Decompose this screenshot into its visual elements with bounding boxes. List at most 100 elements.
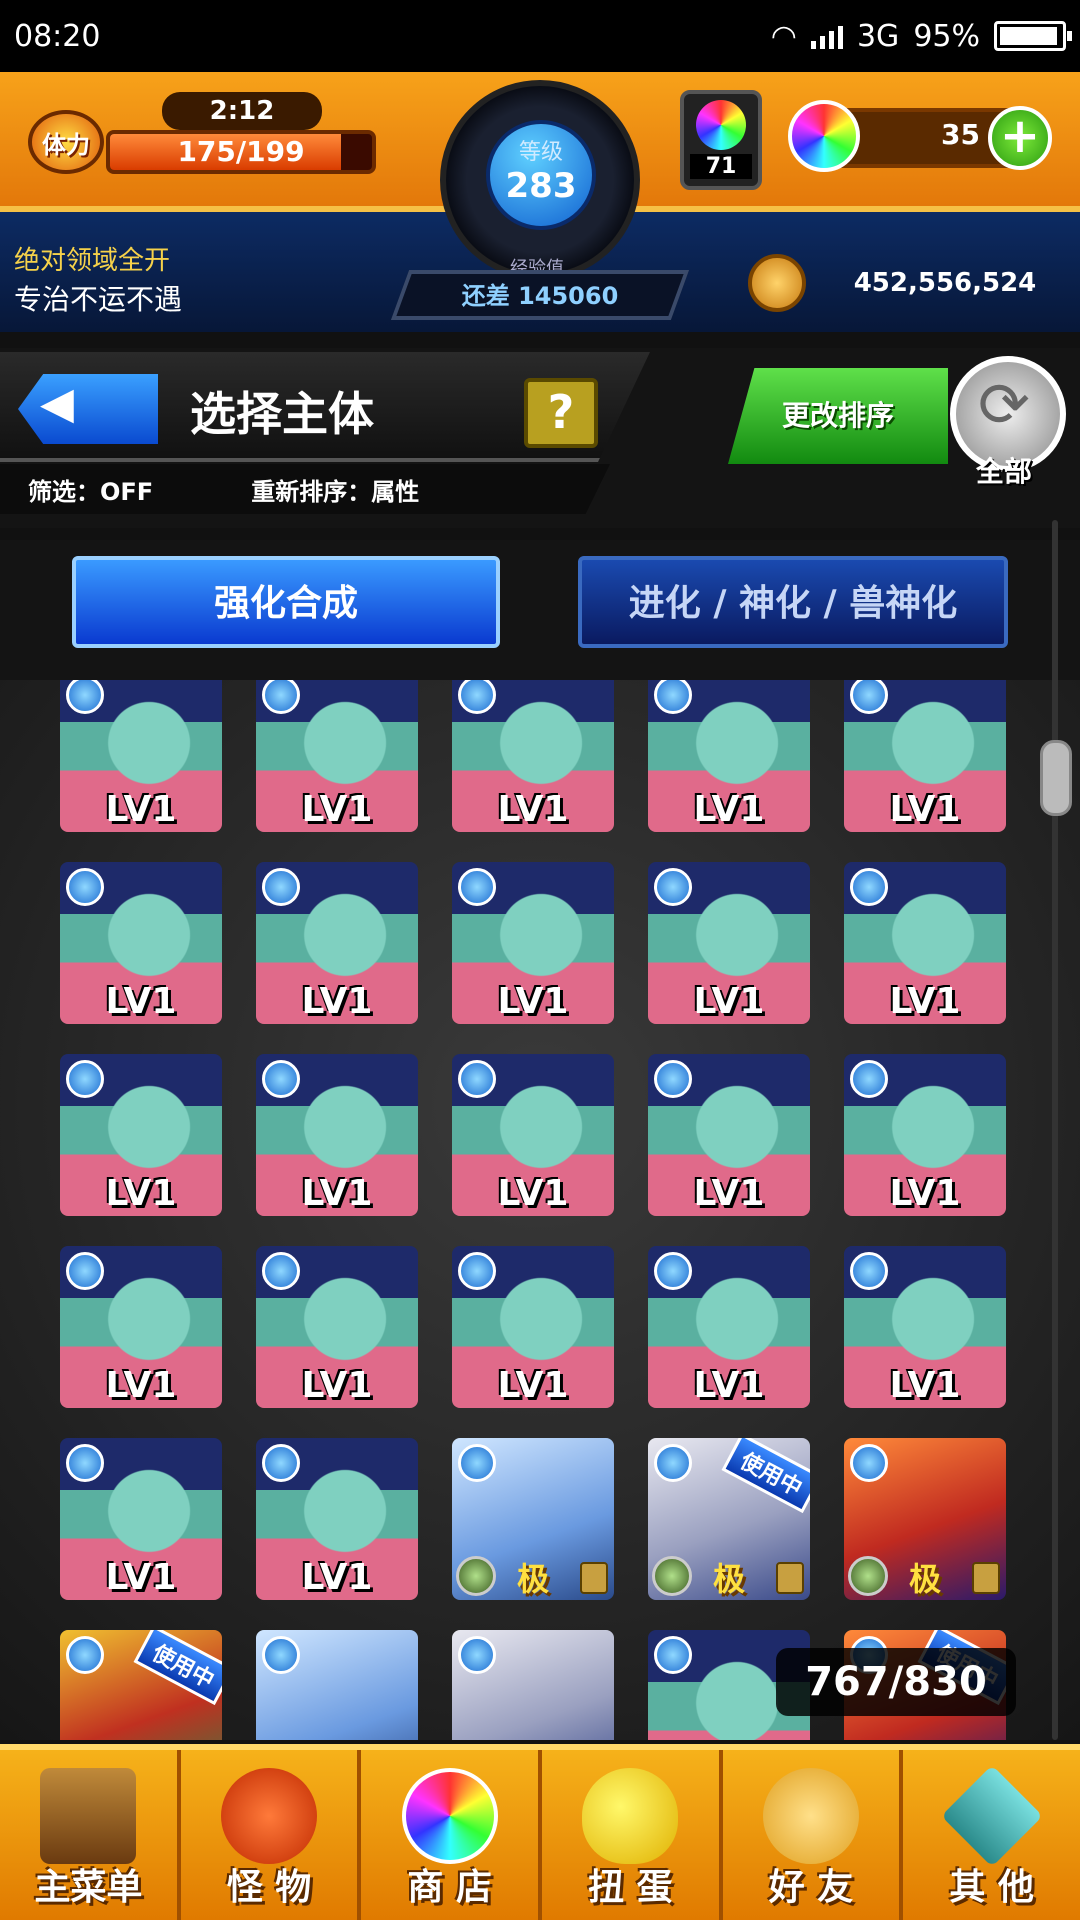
monster-level: LV1 bbox=[693, 981, 765, 1022]
monster-card[interactable]: LV1 bbox=[256, 1246, 418, 1408]
scroll-thumb[interactable] bbox=[1040, 740, 1072, 816]
water-element-icon bbox=[850, 868, 888, 906]
help-button[interactable]: ? bbox=[524, 378, 598, 448]
monster-level: LV1 bbox=[105, 1173, 177, 1214]
monster-card[interactable]: LV1 bbox=[60, 1054, 222, 1216]
signal-icon bbox=[810, 23, 843, 49]
monster-level: LV1 bbox=[105, 1557, 177, 1598]
nav-label: 扭 蛋 bbox=[588, 1867, 673, 1908]
water-element-icon bbox=[262, 1060, 300, 1098]
nav-monsters[interactable]: 怪 物 bbox=[181, 1750, 362, 1920]
monster-card[interactable]: LV1 bbox=[60, 1246, 222, 1408]
monster-level: LV1 bbox=[105, 1365, 177, 1406]
monster-card[interactable]: LV1 bbox=[844, 1054, 1006, 1216]
status-icons: ◠ 3G 95% bbox=[770, 18, 1072, 54]
monster-icon bbox=[221, 1768, 317, 1864]
change-sort-button[interactable]: 更改排序 bbox=[728, 368, 948, 464]
nav-shop[interactable]: 商 店 bbox=[361, 1750, 543, 1920]
coin-icon bbox=[748, 254, 806, 312]
water-element-icon bbox=[458, 1636, 496, 1674]
level-badge[interactable]: 等级 283 bbox=[440, 80, 640, 280]
water-element-icon bbox=[458, 1060, 496, 1098]
in-use-badge: 使用中 bbox=[133, 1630, 222, 1706]
monster-card[interactable]: 极使用中 bbox=[648, 1438, 810, 1600]
level-core: 等级 283 bbox=[486, 120, 596, 230]
friends-icon bbox=[763, 1768, 860, 1864]
water-element-icon bbox=[654, 1636, 692, 1674]
water-element-icon bbox=[66, 1636, 104, 1674]
water-element-icon bbox=[66, 1252, 104, 1290]
grid-row: LV1 LV1 LV1 LV1 LV1 bbox=[60, 1054, 1020, 1216]
water-element-icon bbox=[458, 1252, 496, 1290]
exp-remaining: 还差 145060 bbox=[461, 282, 619, 310]
tab-power-up[interactable]: 强化合成 bbox=[72, 556, 500, 648]
water-element-icon bbox=[654, 868, 692, 906]
monster-card[interactable]: LV1 bbox=[256, 1054, 418, 1216]
monster-card[interactable]: LV1 bbox=[844, 680, 1006, 832]
monster-card[interactable]: LV1 bbox=[452, 680, 614, 832]
network-type: 3G bbox=[856, 18, 900, 54]
monster-level: LV1 bbox=[301, 981, 373, 1022]
wifi-icon: ◠ bbox=[770, 18, 797, 54]
grid-row: LV1 LV1 LV1 LV1 LV1 bbox=[60, 1246, 1020, 1408]
monster-card[interactable]: LV1 bbox=[648, 1054, 810, 1216]
player-title-line2: 专治不运不遇 bbox=[14, 283, 183, 316]
show-all-button[interactable]: ⟳ 全部 bbox=[950, 356, 1066, 488]
gem-count: 71 bbox=[690, 154, 752, 179]
lock-icon bbox=[776, 1562, 804, 1594]
battery-percent: 95% bbox=[913, 18, 980, 54]
monster-card[interactable]: 极 bbox=[452, 1630, 614, 1740]
back-arrow-icon: ◀ bbox=[40, 378, 74, 429]
stamina-value: 175/199 bbox=[177, 135, 305, 168]
monster-level: LV1 bbox=[889, 981, 961, 1022]
lotus-icon bbox=[848, 1556, 888, 1596]
monster-card[interactable]: LV1 bbox=[452, 1246, 614, 1408]
orb-count: 35 bbox=[941, 118, 980, 151]
monster-card[interactable]: LV1 bbox=[844, 862, 1006, 1024]
monster-card[interactable]: LV1 bbox=[256, 862, 418, 1024]
monster-level: LV1 bbox=[889, 1173, 961, 1214]
refresh-icon: ⟳ bbox=[978, 368, 1030, 441]
monster-card[interactable]: LV1 bbox=[844, 1246, 1006, 1408]
monster-card[interactable]: LV1 bbox=[60, 1438, 222, 1600]
status-bar: 08:20 ◠ 3G 95% bbox=[0, 0, 1080, 72]
nav-main-menu[interactable]: 主菜单 bbox=[0, 1750, 181, 1920]
player-title-line1: 绝对领域全开 bbox=[14, 246, 171, 276]
tab-evolve[interactable]: 进化 / 神化 / 兽神化 bbox=[578, 556, 1008, 648]
lock-icon bbox=[580, 1562, 608, 1594]
monster-level: LV1 bbox=[497, 789, 569, 830]
add-orb-button[interactable]: + bbox=[988, 106, 1052, 170]
filter-toggle[interactable]: 筛选：OFF bbox=[0, 472, 181, 507]
monster-card[interactable]: LV1 bbox=[452, 862, 614, 1024]
gem-box[interactable]: 71 bbox=[680, 90, 762, 190]
monster-card[interactable]: LV1 bbox=[648, 680, 810, 832]
gold-amount: 452,556,524 bbox=[853, 268, 1037, 298]
water-element-icon bbox=[262, 1252, 300, 1290]
grid-row: LV1 LV1 LV1 LV1 LV1 bbox=[60, 862, 1020, 1024]
nav-other[interactable]: 其 他 bbox=[903, 1750, 1080, 1920]
lotus-icon bbox=[456, 1556, 496, 1596]
monster-level: LV1 bbox=[105, 981, 177, 1022]
monster-card[interactable]: LV1 bbox=[648, 862, 810, 1024]
monster-card[interactable]: 极 bbox=[256, 1630, 418, 1740]
page-title: 选择主体 bbox=[190, 387, 374, 441]
nav-label: 商 店 bbox=[407, 1867, 492, 1908]
monster-card[interactable]: LV1 bbox=[256, 1438, 418, 1600]
monster-card[interactable]: LV1 bbox=[648, 1246, 810, 1408]
monster-card[interactable]: 极 bbox=[452, 1438, 614, 1600]
grid-row: LV1 LV1 极 极 使用中极 bbox=[60, 1438, 1020, 1600]
monster-card[interactable]: LV1 bbox=[60, 862, 222, 1024]
show-all-label: 全部 bbox=[976, 455, 1033, 488]
nav-friends[interactable]: 好 友 bbox=[723, 1750, 904, 1920]
monster-card[interactable]: 极 bbox=[844, 1438, 1006, 1600]
monster-card[interactable]: LV1 bbox=[452, 1054, 614, 1216]
back-button[interactable] bbox=[18, 374, 158, 444]
water-element-icon bbox=[458, 868, 496, 906]
nav-gacha[interactable]: 扭 蛋 bbox=[542, 1750, 723, 1920]
in-use-badge: 使用中 bbox=[721, 1438, 810, 1514]
monster-card[interactable]: 极使用中 bbox=[60, 1630, 222, 1740]
water-element-icon bbox=[850, 1444, 888, 1482]
level-label: 等级 bbox=[518, 140, 563, 165]
monster-card[interactable]: LV1 bbox=[256, 680, 418, 832]
monster-card[interactable]: LV1 bbox=[60, 680, 222, 832]
